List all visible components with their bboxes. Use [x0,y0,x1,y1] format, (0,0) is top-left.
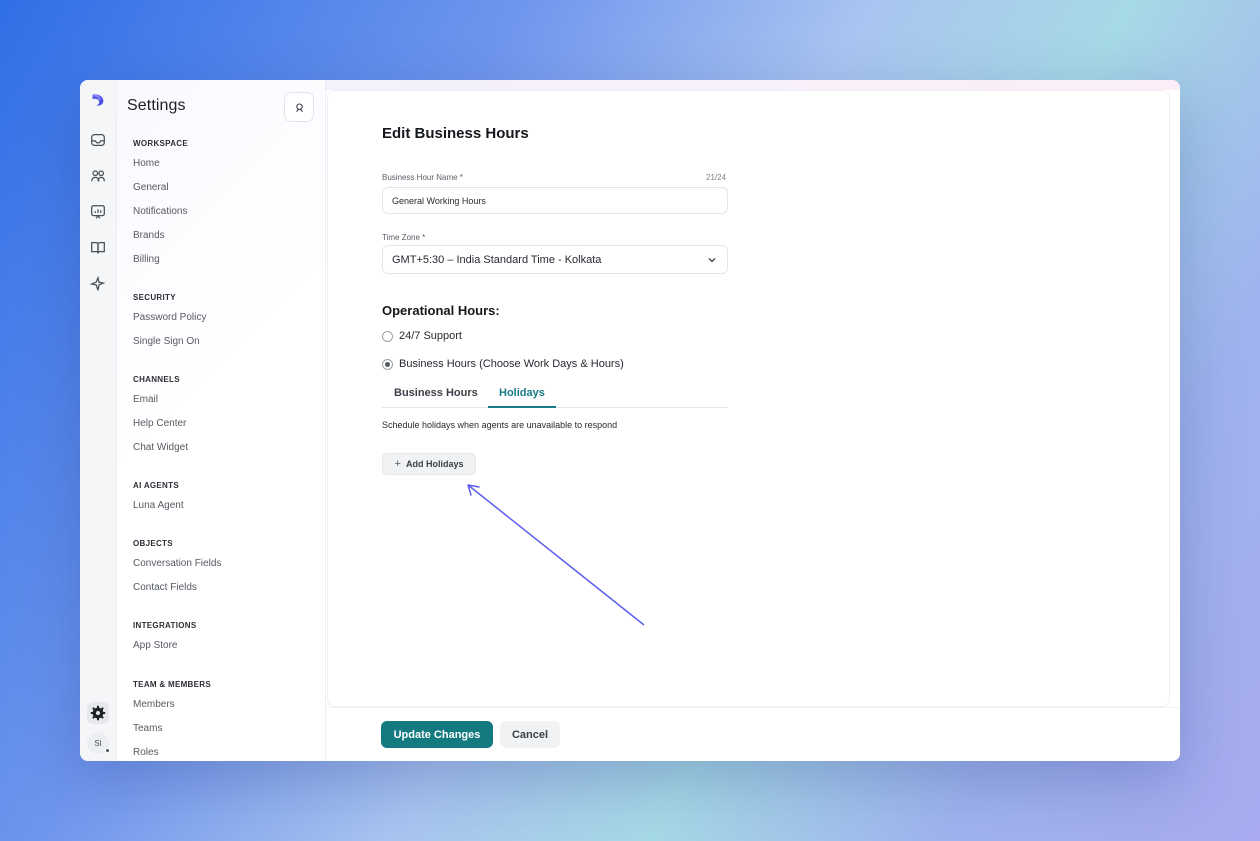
section-title: WORKSPACE [133,139,188,148]
section-title: AI AGENTS [133,481,179,490]
character-counter: 21/24 [706,173,727,182]
radio-24-7-support[interactable]: 24/7 Support [382,330,462,342]
radio-label: 24/7 Support [399,330,462,342]
sidebar-item-general[interactable]: General [133,182,188,206]
radio-circle[interactable] [382,330,393,342]
search-icon [295,102,303,112]
app-window: SI Settings WORKSPACE Home General Notif… [80,80,1180,761]
sidebar-item-brands[interactable]: Brands [133,230,188,254]
time-zone-label: Time Zone * [382,233,426,242]
section-title: INTEGRATIONS [133,621,197,630]
knowledge-book-icon[interactable] [88,238,108,258]
avatar[interactable]: SI [87,732,110,754]
tab-holidays[interactable]: Holidays [488,387,556,408]
sidebar-item-notifications[interactable]: Notifications [133,206,188,230]
section-title: TEAM & MEMBERS [133,680,211,689]
sidebar-item-single-sign-on[interactable]: Single Sign On [133,336,206,360]
section-title: SECURITY [133,293,176,302]
ai-sparkle-icon[interactable] [88,274,108,294]
business-hour-name-value: General Working Hours [392,195,486,206]
sidebar-item-home[interactable]: Home [133,158,188,182]
nav-section-security: SECURITY Password Policy Single Sign On [133,292,206,360]
sidebar-item-billing[interactable]: Billing [133,254,188,278]
nav-section-workspace: WORKSPACE Home General Notifications Bra… [133,138,188,278]
settings-sidebar: Settings WORKSPACE Home General Notifica… [117,80,326,761]
time-zone-select[interactable]: GMT+5:30 – India Standard Time - Kolkata [382,245,728,274]
radio-business-hours[interactable]: Business Hours (Choose Work Days & Hours… [382,358,624,370]
sidebar-item-help-center[interactable]: Help Center [133,418,188,442]
chevron-down-icon [708,258,716,263]
main-panel: Edit Business Hours Business Hour Name *… [327,90,1170,707]
add-holidays-button[interactable]: + Add Holidays [382,453,476,475]
tab-bar: Business Hours Holidays [382,384,728,408]
logo-icon[interactable] [88,90,108,110]
business-hour-name-label: Business Hour Name * [382,173,463,182]
settings-gear-icon[interactable] [87,702,109,724]
inbox-icon[interactable] [88,130,108,150]
sidebar-item-luna-agent[interactable]: Luna Agent [133,500,184,524]
sidebar-item-members[interactable]: Members [133,699,211,723]
page-title: Edit Business Hours [382,125,529,142]
avatar-initials: SI [94,738,102,748]
sidebar-item-chat-widget[interactable]: Chat Widget [133,442,188,466]
sidebar-item-email[interactable]: Email [133,394,188,418]
section-title: CHANNELS [133,375,180,384]
status-dot [105,748,110,753]
tab-business-hours[interactable]: Business Hours [393,387,479,408]
holidays-description: Schedule holidays when agents are unavai… [382,420,618,430]
sidebar-item-roles[interactable]: Roles [133,747,211,761]
plus-icon: + [394,458,401,470]
cancel-button[interactable]: Cancel [500,721,560,748]
business-hour-name-input[interactable]: General Working Hours [382,187,728,214]
nav-section-team-members: TEAM & MEMBERS Members Teams Roles [133,679,211,761]
sidebar-item-conversation-fields[interactable]: Conversation Fields [133,558,221,582]
reports-icon[interactable] [88,202,108,222]
contacts-icon[interactable] [88,166,108,186]
operational-hours-heading: Operational Hours: [382,303,500,318]
sidebar-item-teams[interactable]: Teams [133,723,211,747]
top-glow [326,80,1180,90]
nav-section-channels: CHANNELS Email Help Center Chat Widget [133,374,188,466]
update-changes-button[interactable]: Update Changes [381,721,493,748]
time-zone-value: GMT+5:30 – India Standard Time - Kolkata [392,253,602,266]
icon-rail: SI [80,80,117,761]
form-footer: Update Changes Cancel [326,707,1180,761]
add-holidays-label: Add Holidays [405,459,464,469]
sidebar-item-contact-fields[interactable]: Contact Fields [133,582,221,606]
sidebar-title: Settings [127,97,186,114]
sidebar-item-app-store[interactable]: App Store [133,640,196,664]
section-title: OBJECTS [133,539,173,548]
radio-circle-checked[interactable] [382,358,393,370]
radio-label: Business Hours (Choose Work Days & Hours… [399,358,624,370]
nav-section-integrations: INTEGRATIONS App Store [133,620,196,664]
nav-section-ai-agents: AI AGENTS Luna Agent [133,480,184,524]
nav-section-objects: OBJECTS Conversation Fields Contact Fiel… [133,538,221,606]
sidebar-item-password-policy[interactable]: Password Policy [133,312,206,336]
search-button[interactable] [284,92,314,122]
